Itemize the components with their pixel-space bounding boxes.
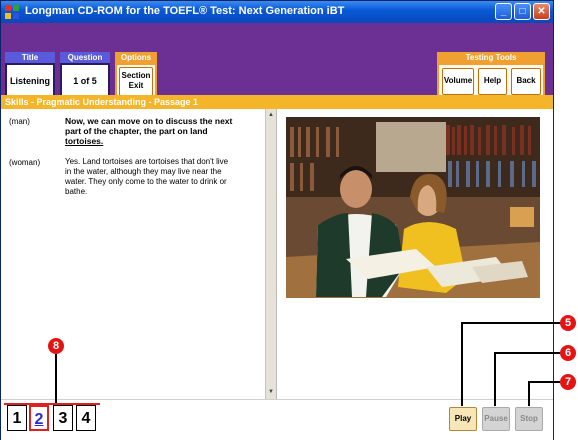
pause-button[interactable]: Pause	[482, 407, 510, 431]
pages-highlight-top	[4, 403, 100, 405]
speech-woman-line4: bathe.	[65, 187, 88, 196]
screenshot-root: Longman CD-ROM for the TOEFL® Test: Next…	[0, 0, 578, 440]
pane-divider	[276, 109, 277, 399]
maximize-button[interactable]: □	[514, 3, 531, 20]
options-header: Options	[115, 52, 157, 63]
callout-5-line-v	[461, 322, 463, 406]
speaker-man: (man)	[9, 117, 30, 126]
stop-button[interactable]: Stop	[515, 407, 543, 431]
app-window: Longman CD-ROM for the TOEFL® Test: Next…	[0, 0, 554, 440]
skills-label: Skills - Pragmatic Understanding - Passa…	[5, 97, 199, 107]
students-library-photo	[286, 117, 540, 298]
minimize-button[interactable]: _	[495, 3, 512, 20]
window-title: Longman CD-ROM for the TOEFL® Test: Next…	[25, 5, 345, 17]
speech-woman-line1: Yes. Land tortoises are tortoises that d…	[65, 157, 229, 166]
title-bar[interactable]: Longman CD-ROM for the TOEFL® Test: Next…	[1, 1, 553, 23]
speaker-woman: (woman)	[9, 158, 41, 167]
section-exit-button[interactable]: Section Exit	[119, 67, 153, 96]
transcript-pane: (man) Now, we can move on to discuss the…	[1, 109, 265, 399]
speech-man-line3: tortoises.	[65, 136, 104, 146]
page-4-button[interactable]: 4	[76, 405, 96, 431]
bottom-bar: 1 2 3 4 Play Pause Stop	[1, 399, 553, 440]
callout-7-line-v	[528, 381, 530, 406]
title-header: Title	[5, 52, 55, 63]
speech-man-line2: part of the chapter, the part on land	[65, 126, 208, 136]
speech-woman-line2: in the water, although they may live nea…	[65, 167, 222, 176]
volume-button[interactable]: Volume	[442, 68, 474, 95]
page-3-button[interactable]: 3	[53, 405, 73, 431]
toolbar: Title Listening Question 1 of 5 Options …	[1, 23, 553, 100]
speech-woman: Yes. Land tortoises are tortoises that d…	[65, 157, 255, 197]
question-header: Question	[60, 52, 110, 63]
transcript-scrollbar[interactable]: ▲ ▼	[265, 109, 276, 399]
callout-7-line-h	[528, 381, 560, 383]
back-button[interactable]: Back	[511, 68, 541, 95]
callout-6-badge: 6	[560, 345, 576, 361]
callout-7-badge: 7	[560, 374, 576, 390]
content-area: (man) Now, we can move on to discuss the…	[1, 109, 553, 399]
skills-bar: Skills - Pragmatic Understanding - Passa…	[1, 95, 553, 109]
app-icon	[5, 5, 19, 19]
speech-man-line1: Now, we can move on to discuss the next	[65, 116, 233, 126]
help-button[interactable]: Help	[478, 68, 507, 95]
callout-6-line-v	[494, 352, 496, 406]
speech-man: Now, we can move on to discuss the next …	[65, 116, 255, 146]
title-value: Listening	[10, 76, 50, 86]
section-exit-label-line1: Section	[121, 71, 151, 80]
testing-tools-header: Testing Tools	[437, 52, 545, 63]
question-value: 1 of 5	[73, 76, 97, 86]
callout-5-badge: 5	[560, 315, 576, 331]
speech-woman-line3: water. They only come to the water to dr…	[65, 177, 227, 186]
callout-5-line-h	[461, 322, 561, 324]
page-2-button[interactable]: 2	[29, 405, 49, 431]
close-button[interactable]: ✕	[533, 3, 550, 20]
callout-8-badge: 8	[48, 338, 64, 354]
callout-6-line-h	[494, 352, 560, 354]
play-button[interactable]: Play	[449, 407, 477, 431]
scroll-down-arrow-icon[interactable]: ▼	[267, 388, 275, 396]
section-exit-label-line2: Exit	[128, 81, 144, 90]
page-1-button[interactable]: 1	[7, 405, 27, 431]
scroll-up-arrow-icon[interactable]: ▲	[267, 111, 275, 119]
callout-8-line	[55, 354, 57, 404]
